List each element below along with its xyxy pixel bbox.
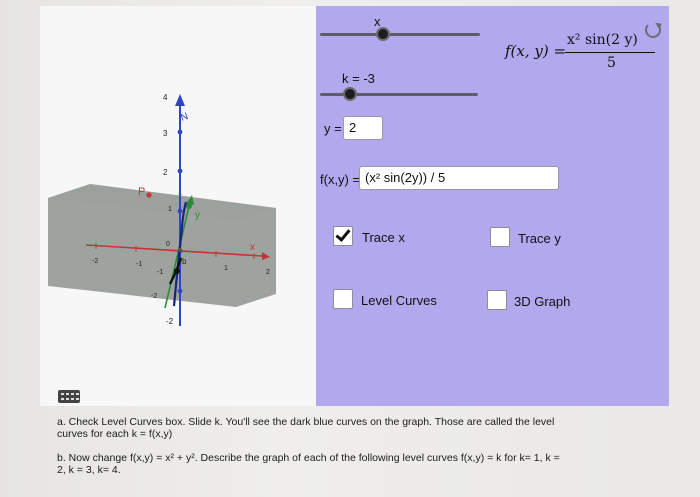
trace-y-checkbox[interactable]	[490, 227, 510, 247]
trace-x-label: Trace x	[362, 230, 405, 245]
z-tick-dot	[177, 168, 183, 174]
refresh-icon[interactable]	[645, 22, 661, 38]
formula-denominator: 5	[607, 55, 616, 71]
z-tick-dot	[177, 288, 183, 294]
trace-y-label: Trace y	[518, 231, 561, 246]
x-tick-label: 1	[224, 265, 228, 272]
point-p-label: P	[138, 186, 145, 198]
trace-point-black	[174, 268, 180, 274]
z-tick-label: 3	[163, 129, 168, 138]
app-window: N y x P 4 3 2 1 -2 2 -1 -2 -2 -1 1 2 0 b…	[0, 0, 700, 497]
3d-graph-label: 3D Graph	[514, 294, 571, 309]
trace-point-green	[186, 203, 192, 209]
formula-display: f(x, y) = x² sin(2 y) 5	[505, 32, 665, 80]
z-tick-label: 1	[168, 206, 172, 213]
formula-lhs: f(x, y) =	[505, 42, 567, 60]
graph-canvas[interactable]: N y x P 4 3 2 1 -2 2 -1 -2 -2 -1 1 2 0 b	[40, 6, 316, 406]
y-axis-label: y	[195, 210, 200, 221]
z-tick-label: 2	[163, 168, 168, 177]
y-tick-label: -1	[157, 269, 163, 276]
level-curves-label: Level Curves	[361, 293, 437, 308]
instruction-part-b-line2: 2, k = 3, k= 4.	[57, 464, 121, 476]
y-input-label: y =	[324, 121, 342, 136]
origin-dot	[178, 248, 182, 252]
slider-x-track[interactable]	[320, 33, 480, 36]
y-tick-label: 2	[178, 193, 182, 200]
formula-numerator: x² sin(2 y)	[567, 32, 638, 48]
x-tick-label: -1	[136, 261, 142, 268]
function-input-label: f(x,y) =	[320, 172, 361, 187]
z-tick-label: 4	[163, 93, 168, 102]
z-axis-arrow	[175, 94, 185, 106]
fraction-bar	[565, 52, 655, 53]
instruction-part-b-line1: b. Now change f(x,y) = x² + y². Describe…	[57, 452, 560, 464]
y-tick-label: -2	[151, 293, 157, 300]
origin-label: 0	[166, 241, 170, 248]
function-input[interactable]: (x² sin(2y)) / 5	[359, 166, 559, 190]
point-p[interactable]	[146, 192, 152, 198]
keyboard-icon[interactable]	[58, 390, 80, 403]
instruction-part-a-line1: a. Check Level Curves box. Slide k. You'…	[57, 416, 555, 428]
check-mark-icon	[335, 226, 351, 242]
y-input[interactable]: 2	[343, 116, 383, 140]
slider-k-label: k = -3	[342, 71, 375, 86]
z-tick-dot	[177, 129, 183, 135]
z-tick-label: -2	[166, 317, 174, 326]
graphics-3d-view[interactable]: N y x P 4 3 2 1 -2 2 -1 -2 -2 -1 1 2 0 b	[40, 6, 316, 406]
trace-x-checkbox[interactable]	[333, 226, 353, 246]
curve-label: b	[182, 257, 187, 266]
x-axis-label: x	[250, 242, 255, 253]
slider-x-knob[interactable]	[376, 27, 390, 41]
x-tick-label: -2	[92, 258, 98, 265]
z-tick-dot	[177, 208, 183, 214]
level-curves-checkbox[interactable]	[333, 289, 353, 309]
3d-graph-checkbox[interactable]	[487, 290, 507, 310]
x-tick-label: 2	[266, 269, 270, 276]
instruction-part-a-line2: curves for each k = f(x,y)	[57, 428, 173, 440]
slider-k-knob[interactable]	[343, 87, 357, 101]
